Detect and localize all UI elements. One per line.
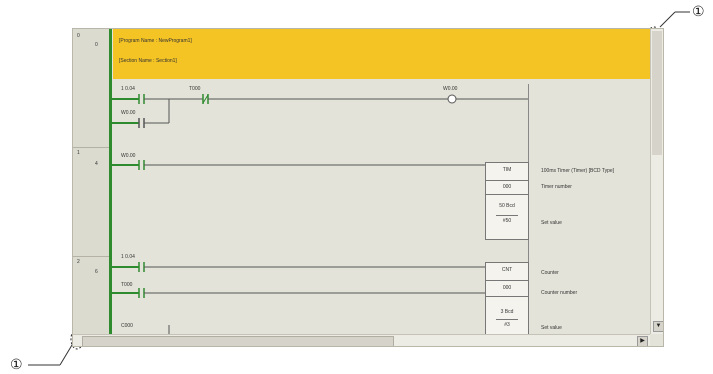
rung-2-diagram[interactable] — [111, 255, 491, 345]
step-number: 6 — [95, 269, 98, 275]
scroll-right-arrow-icon[interactable]: ▶ — [637, 336, 648, 346]
instruction-comment: Counter — [541, 270, 559, 276]
step-number: 4 — [95, 161, 98, 167]
operand-2: #3 — [504, 322, 510, 328]
vertical-scroll-thumb[interactable] — [652, 31, 662, 155]
operand-1: 000 — [502, 285, 512, 291]
ladder-editor-window: 0 0 1 4 2 6 [Program Name : NewProgram1]… — [72, 28, 664, 347]
operand-comment: Set value — [541, 325, 562, 331]
horizontal-scroll-thumb[interactable] — [82, 336, 394, 346]
contact-label: W0.00 — [121, 110, 136, 116]
program-header[interactable]: [Program Name : NewProgram1] [Section Na… — [113, 29, 650, 79]
operand-comment: Set value — [541, 220, 562, 226]
rung-0-diagram[interactable] — [111, 87, 531, 137]
section-name: [Section Name : Section1] — [119, 58, 177, 64]
rung-1-diagram[interactable] — [111, 155, 491, 175]
instruction-comment: 100ms Timer (Timer) [BCD Type] — [541, 168, 615, 174]
operand-2: #50 — [502, 218, 512, 224]
timer-instruction-block[interactable]: TIM 000 50 Bcd #50 — [485, 162, 529, 240]
scroll-down-arrow-icon[interactable]: ▼ — [653, 321, 663, 332]
vertical-scrollbar[interactable]: ▼ — [650, 29, 663, 334]
program-name: [Program Name : NewProgram1] — [119, 38, 192, 44]
operand-1: 000 — [502, 184, 512, 190]
step-number: 0 — [95, 42, 98, 48]
counter-instruction-block[interactable]: CNT 000 3 Bcd #3 — [485, 262, 529, 342]
operand-2-label: 3 Bcd — [500, 309, 514, 315]
horizontal-scrollbar[interactable]: ▶ — [73, 334, 650, 346]
callout-label-bottom-left: ① — [10, 356, 23, 372]
callout-label-top-right: ① — [692, 3, 705, 19]
contact-label: C000 — [121, 323, 133, 329]
rung-number: 1 — [77, 150, 80, 156]
operand-comment: Counter number — [541, 290, 578, 296]
rung-number: 2 — [77, 259, 80, 265]
instruction-mnemonic: TIM — [502, 167, 512, 173]
contact-label: T000 — [121, 282, 133, 288]
instruction-mnemonic: CNT — [501, 267, 513, 273]
rung-number: 0 — [77, 33, 80, 39]
operand-comment: Timer number — [541, 184, 572, 190]
rung-gutter — [73, 29, 110, 334]
operand-2-label: 50 Bcd — [499, 203, 515, 209]
